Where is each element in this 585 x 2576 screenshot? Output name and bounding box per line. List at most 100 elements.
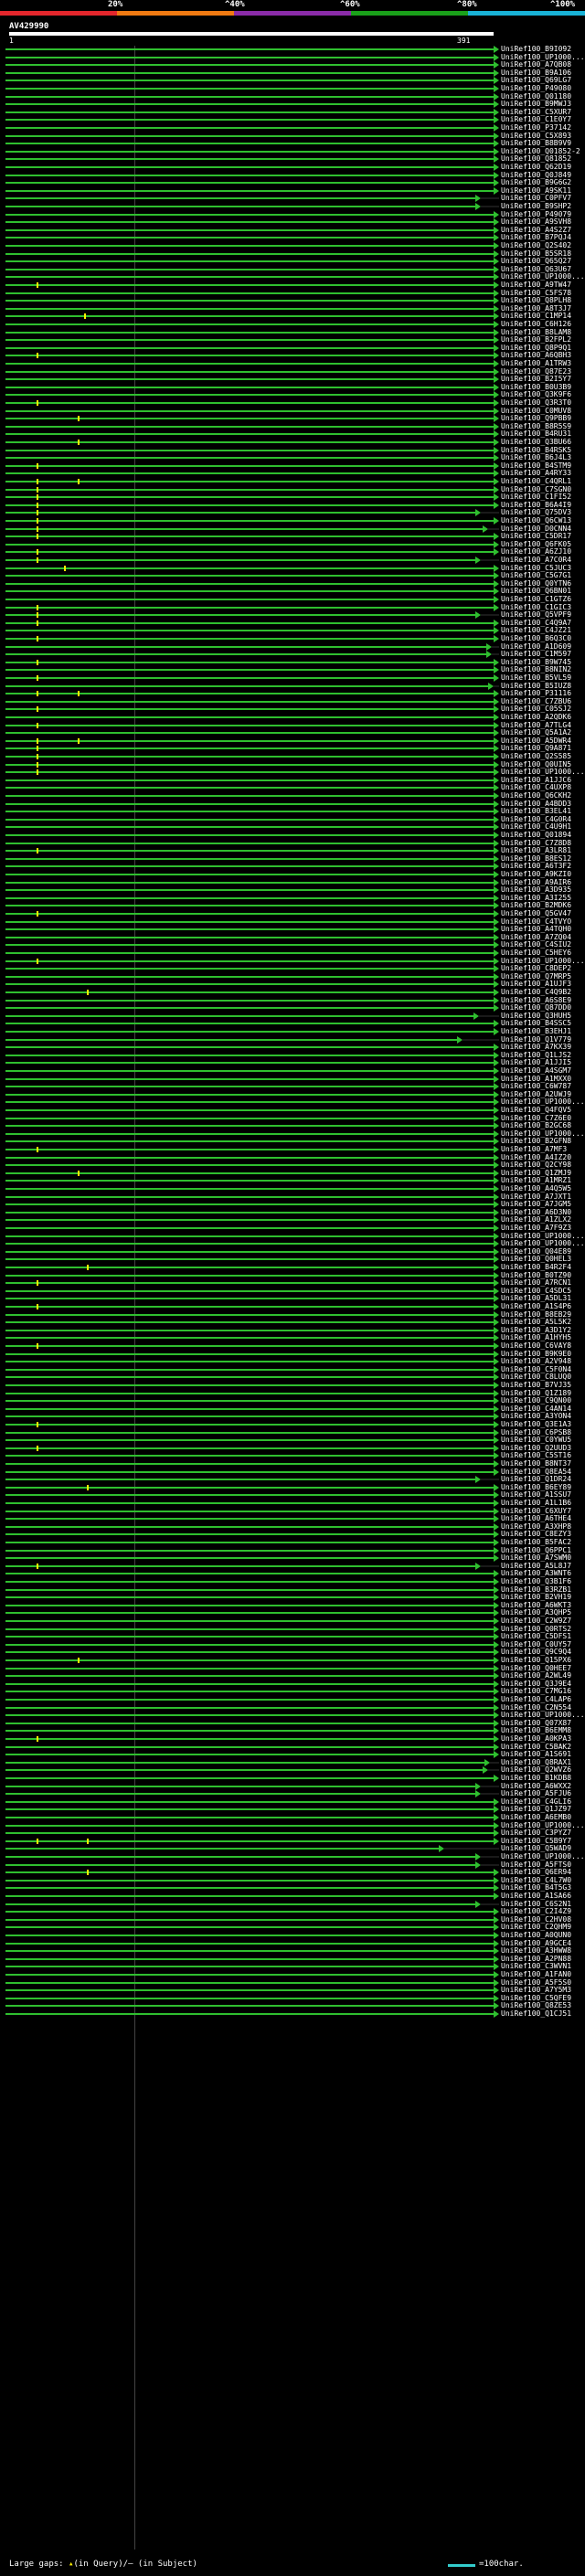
arrow-right-icon: [494, 981, 499, 989]
arrow-right-icon: [494, 1090, 499, 1098]
arrow-right-icon: [494, 776, 499, 784]
alignment-bar: [5, 1620, 494, 1622]
arrow-right-icon: [494, 1098, 499, 1107]
alignment-bar: [5, 621, 494, 624]
arrow-right-icon: [494, 714, 499, 721]
alignment-bar: [5, 504, 494, 506]
alignment-bar: [5, 520, 494, 522]
unaligned-tail: [481, 1863, 499, 1866]
query-gap-marker: [37, 612, 38, 619]
hit-row: UniRef100_A7C0R4: [0, 556, 585, 565]
hit-row: UniRef100_UP1000...: [0, 1240, 585, 1248]
arrow-right-icon: [494, 839, 499, 847]
hit-row: UniRef100_A2UWJ9: [0, 1090, 585, 1099]
query-gap-marker: [37, 769, 38, 776]
hit-row: UniRef100_B5VL59: [0, 673, 585, 683]
hit-row: UniRef100_A6ZJ10: [0, 548, 585, 557]
hit-row: UniRef100_C7ZBU6: [0, 697, 585, 706]
arrow-right-icon: [494, 1876, 499, 1884]
hit-row: UniRef100_Q5A1A2: [0, 729, 585, 737]
hit-row: UniRef100_Q0RTS2: [0, 1625, 585, 1634]
alignment-bar: [5, 1211, 494, 1214]
hit-row: UniRef100_Q6CW13: [0, 516, 585, 525]
alignment-bar: [5, 1274, 494, 1277]
hit-row: UniRef100_A2PN88: [0, 1955, 585, 1964]
hit-row: UniRef100_B9MWJ3: [0, 101, 585, 109]
query-gap-marker: [37, 675, 38, 681]
alignment-bar: [5, 134, 494, 137]
arrow-right-icon: [494, 1531, 499, 1539]
hit-row: UniRef100_A1JJI5: [0, 1059, 585, 1067]
unaligned-tail: [481, 1903, 499, 1905]
alignment-bar: [5, 944, 494, 947]
alignment-bar: [5, 1706, 494, 1709]
alignment-bar: [5, 1054, 494, 1056]
alignment-bar: [5, 307, 494, 310]
alignment-bar: [5, 111, 494, 113]
hit-row: UniRef100_B5FAC2: [0, 1538, 585, 1547]
alignment-bar: [5, 1926, 494, 1929]
alignment-bar: [5, 260, 494, 263]
hit-row: UniRef100_A9SVH8: [0, 218, 585, 227]
query-gap-marker: [37, 1445, 38, 1451]
hit-row: UniRef100_A7KX39: [0, 1044, 585, 1052]
hit-row: UniRef100_UP1000...: [0, 957, 585, 966]
hit-row: UniRef100_A3I255: [0, 894, 585, 903]
hit-row: UniRef100_B0U3B9: [0, 383, 585, 392]
query-gap-marker: [37, 691, 38, 697]
alignment-bar: [5, 818, 494, 821]
unaligned-tail: [481, 197, 499, 200]
hit-row: UniRef100_Q0HEL3: [0, 1256, 585, 1264]
arrow-right-icon: [494, 800, 499, 808]
arrow-right-icon: [494, 564, 499, 572]
alignment-bar: [5, 197, 475, 200]
query-gap-marker: [37, 659, 38, 665]
hit-row: UniRef100_C8EZY3: [0, 1531, 585, 1539]
query-gap-marker: [37, 761, 38, 768]
alignment-bar: [5, 1942, 494, 1945]
hit-row: UniRef100_Q6ER94: [0, 1869, 585, 1877]
arrow-right-icon: [494, 1680, 499, 1688]
arrow-right-icon: [494, 1028, 499, 1035]
query-gap-marker: [37, 534, 38, 540]
arrow-right-icon: [494, 1279, 499, 1288]
query-start: 1: [9, 37, 14, 45]
alignment-bar: [5, 221, 494, 224]
hit-row: UniRef100_B2I5Y7: [0, 376, 585, 384]
alignment-bar: [5, 630, 494, 632]
hit-row: UniRef100_Q1Z189: [0, 1389, 585, 1398]
alignment-bar: [5, 1769, 483, 1772]
alignment-bar: [5, 1502, 494, 1504]
alignment-bar: [5, 1667, 494, 1670]
arrow-right-icon: [494, 854, 499, 863]
hit-row: UniRef100_B0TZ90: [0, 1271, 585, 1280]
hit-row: UniRef100_C6H126: [0, 320, 585, 329]
hit-row: UniRef100_Q01180: [0, 92, 585, 101]
hit-row: UniRef100_C0MUV8: [0, 407, 585, 416]
alignment-bar: [5, 1494, 494, 1497]
hit-row: UniRef100_C3PYZ7: [0, 1829, 585, 1838]
alignment-bar: [5, 1549, 494, 1552]
alignment-bar: [5, 1730, 494, 1733]
hit-label[interactable]: UniRef100_Q1CJ51: [501, 2009, 571, 2019]
alignment-bar: [5, 1612, 494, 1615]
arrow-right-icon: [494, 619, 499, 627]
hit-row: UniRef100_A7MF3: [0, 1145, 585, 1154]
alignment-bar: [5, 1392, 494, 1394]
hit-row: UniRef100_A3YON4: [0, 1413, 585, 1421]
alignment-bar: [5, 80, 494, 82]
alignment-bar: [5, 708, 494, 711]
hit-row: UniRef100_C5B9Y7: [0, 1837, 585, 1846]
hit-row: UniRef100_B7PQJ4: [0, 234, 585, 242]
alignment-bar: [5, 771, 494, 774]
arrow-right-icon: [488, 682, 494, 690]
arrow-right-icon: [494, 1216, 499, 1224]
hit-row: UniRef100_C5G7G1: [0, 572, 585, 580]
hit-row: UniRef100_Q81852: [0, 155, 585, 164]
arrow-right-icon: [494, 729, 499, 737]
alignment-bar: [5, 1808, 494, 1811]
query-end: 391: [457, 37, 471, 45]
alignment-bar: [5, 1156, 494, 1159]
hit-row: UniRef100_B8ES12: [0, 854, 585, 864]
alignment-bar: [5, 386, 494, 388]
